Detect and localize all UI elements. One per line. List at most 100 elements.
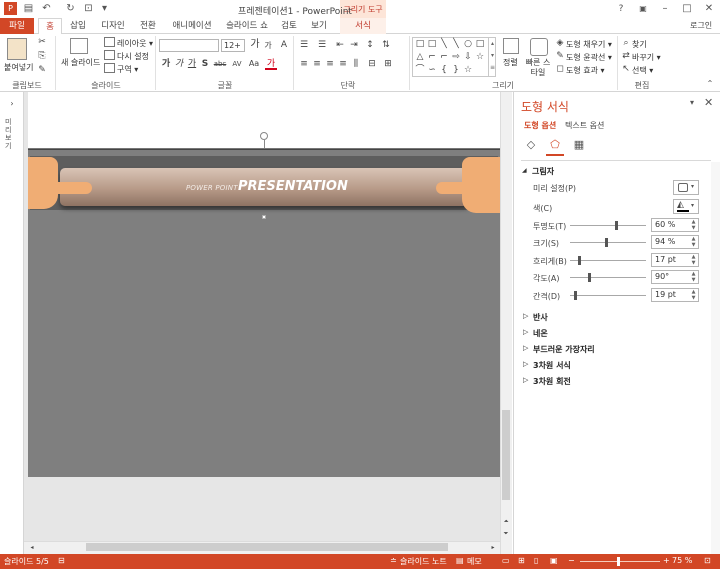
smartart-icon[interactable]: ⊞ <box>382 58 394 70</box>
ribbon-display-icon[interactable]: ▣ <box>632 0 654 18</box>
size-properties-icon[interactable]: ▦ <box>571 138 587 152</box>
prev-slide-icon[interactable]: ⏶ <box>500 516 512 528</box>
tab-shape-options[interactable]: 도형 옵션 <box>524 120 556 131</box>
rotate-handle[interactable] <box>260 132 268 140</box>
3d-rotation-section-header[interactable]: 3차원 회전 <box>533 376 571 387</box>
numbering-icon[interactable]: ☰ <box>316 39 328 51</box>
change-case-button[interactable]: Aa <box>247 58 261 70</box>
shape-star-icon[interactable]: ☆ <box>474 51 486 63</box>
scroll-right-icon[interactable]: ▸ <box>487 542 499 554</box>
decrease-indent-icon[interactable]: ⇤ <box>334 39 346 51</box>
save-icon[interactable]: ▤ <box>22 2 35 15</box>
increase-indent-icon[interactable]: ⇥ <box>348 39 360 51</box>
spin-arrows-icon[interactable]: ▲ ▼ <box>689 236 698 248</box>
section-button[interactable]: 구역 ▾ <box>117 64 138 75</box>
grow-font-button[interactable]: 가 <box>249 39 261 51</box>
columns-icon[interactable]: ⫼ <box>350 58 362 70</box>
tab-transitions[interactable]: 전환 <box>136 18 160 34</box>
collapsed-chevron-icon[interactable]: ▷ <box>523 328 528 336</box>
select-button[interactable]: 선택 ▾ <box>632 65 653 76</box>
collapsed-chevron-icon[interactable]: ▷ <box>523 360 528 368</box>
shape-arrow-icon[interactable]: ⇩ <box>462 51 474 63</box>
spin-arrows-icon[interactable]: ▲ ▼ <box>689 271 698 283</box>
shape-oval-icon[interactable]: ○ <box>462 38 474 50</box>
shape-rect-icon[interactable]: □ <box>474 38 486 50</box>
shadow-section-header[interactable]: 그림자 <box>532 166 554 177</box>
shape-arrow-icon[interactable]: ⇨ <box>450 51 462 63</box>
start-from-beginning-icon[interactable]: ⊡ <box>82 2 95 15</box>
slider-thumb[interactable] <box>588 273 591 282</box>
align-center-icon[interactable]: ≡ <box>311 58 323 70</box>
effects-pentagon-icon[interactable]: ⬠ <box>547 138 563 152</box>
paste-button[interactable]: 붙여넣기 <box>4 62 33 73</box>
gallery-more-icon[interactable]: ▴ ▾ ≡ <box>488 38 496 76</box>
tab-view[interactable]: 보기 <box>308 18 330 34</box>
zoom-in-icon[interactable]: + <box>663 556 670 565</box>
tab-home[interactable]: 홈 <box>38 18 62 35</box>
shape-connector-icon[interactable]: ⌐ <box>438 51 450 63</box>
find-button[interactable]: 찾기 <box>632 39 647 50</box>
collapsed-chevron-icon[interactable]: ▷ <box>523 344 528 352</box>
shape-line-icon[interactable]: ⌐ <box>426 51 438 63</box>
shape-rect-icon[interactable]: □ <box>414 38 426 50</box>
shape-curve-icon[interactable]: ∽ <box>426 64 438 76</box>
shape-fill-button[interactable]: 도형 채우기 ▾ <box>566 39 612 50</box>
3d-format-section-header[interactable]: 3차원 서식 <box>533 360 571 371</box>
size-slider[interactable] <box>570 242 646 243</box>
align-right-icon[interactable]: ≡ <box>324 58 336 70</box>
blur-slider[interactable] <box>570 260 646 261</box>
tab-design[interactable]: 디자인 <box>98 18 128 34</box>
slider-thumb[interactable] <box>605 238 608 247</box>
shrink-font-button[interactable]: 가 <box>262 40 274 52</box>
spin-arrows-icon[interactable]: ▲ ▼ <box>689 219 698 231</box>
shape-effects-button[interactable]: 도형 효과 ▾ <box>566 65 605 76</box>
spin-arrows-icon[interactable]: ▲ ▼ <box>689 254 698 266</box>
expand-thumbnails-icon[interactable]: › <box>6 98 18 110</box>
char-spacing-button[interactable]: AV <box>230 58 244 70</box>
shape-curve-icon[interactable]: ⌒ <box>414 64 426 76</box>
bold-button[interactable]: 가 <box>160 58 172 70</box>
clear-format-button[interactable]: A <box>278 39 290 51</box>
shadow-button[interactable]: S <box>199 58 211 70</box>
soft-edges-section-header[interactable]: 부드러운 가장자리 <box>533 344 595 355</box>
tab-text-options[interactable]: 텍스트 옵션 <box>565 120 604 131</box>
justify-icon[interactable]: ≡ <box>337 58 349 70</box>
redo-icon[interactable]: ↻ <box>64 2 77 15</box>
shape-line-icon[interactable]: ╲ <box>438 38 450 50</box>
normal-view-icon[interactable]: ▭ <box>502 556 510 565</box>
tab-format[interactable]: 서식 <box>340 18 386 34</box>
font-size-combo[interactable]: 12+ <box>221 39 245 52</box>
zoom-out-icon[interactable]: − <box>568 556 575 565</box>
shadow-expanded-icon[interactable]: ◢ <box>522 167 527 174</box>
shape-rect-icon[interactable]: □ <box>426 38 438 50</box>
collapse-ribbon-icon[interactable]: ⌃ <box>704 78 716 90</box>
new-slide-icon[interactable] <box>70 38 88 54</box>
maximize-button[interactable]: □ <box>676 0 698 18</box>
help-icon[interactable]: ? <box>610 0 632 18</box>
glow-section-header[interactable]: 네온 <box>533 328 548 339</box>
line-spacing-icon[interactable]: ↕ <box>364 39 376 51</box>
tab-animations[interactable]: 애니메이션 <box>168 18 216 34</box>
font-color-button[interactable]: 가 <box>265 58 277 70</box>
tab-file[interactable]: 파일 <box>0 18 34 34</box>
paste-icon[interactable] <box>7 38 27 60</box>
slider-thumb[interactable] <box>615 221 618 230</box>
spell-check-icon[interactable]: ⊟ <box>58 556 65 565</box>
slider-thumb[interactable] <box>578 256 581 265</box>
slideshow-view-icon[interactable]: ▣ <box>550 556 558 565</box>
new-slide-button[interactable]: 새 슬라이드 <box>61 57 100 68</box>
scroll-left-icon[interactable]: ◂ <box>26 542 38 554</box>
arrange-button[interactable]: 정렬 <box>503 57 518 68</box>
reflection-section-header[interactable]: 반사 <box>533 312 548 323</box>
italic-button[interactable]: 가 <box>173 58 185 70</box>
spin-arrows-icon[interactable]: ▲ ▼ <box>689 289 698 301</box>
pane-close-icon[interactable]: ✕ <box>704 96 713 109</box>
bullets-icon[interactable]: ☰ <box>298 39 310 51</box>
layout-button[interactable]: 레이아웃 ▾ <box>117 38 153 49</box>
zoom-level[interactable]: 75 % <box>672 556 692 565</box>
resize-handle[interactable] <box>262 215 266 219</box>
minimize-button[interactable]: – <box>654 0 676 18</box>
tab-review[interactable]: 검토 <box>278 18 300 34</box>
format-painter-icon[interactable]: ✎ <box>36 64 48 76</box>
font-name-combo[interactable] <box>159 39 219 52</box>
